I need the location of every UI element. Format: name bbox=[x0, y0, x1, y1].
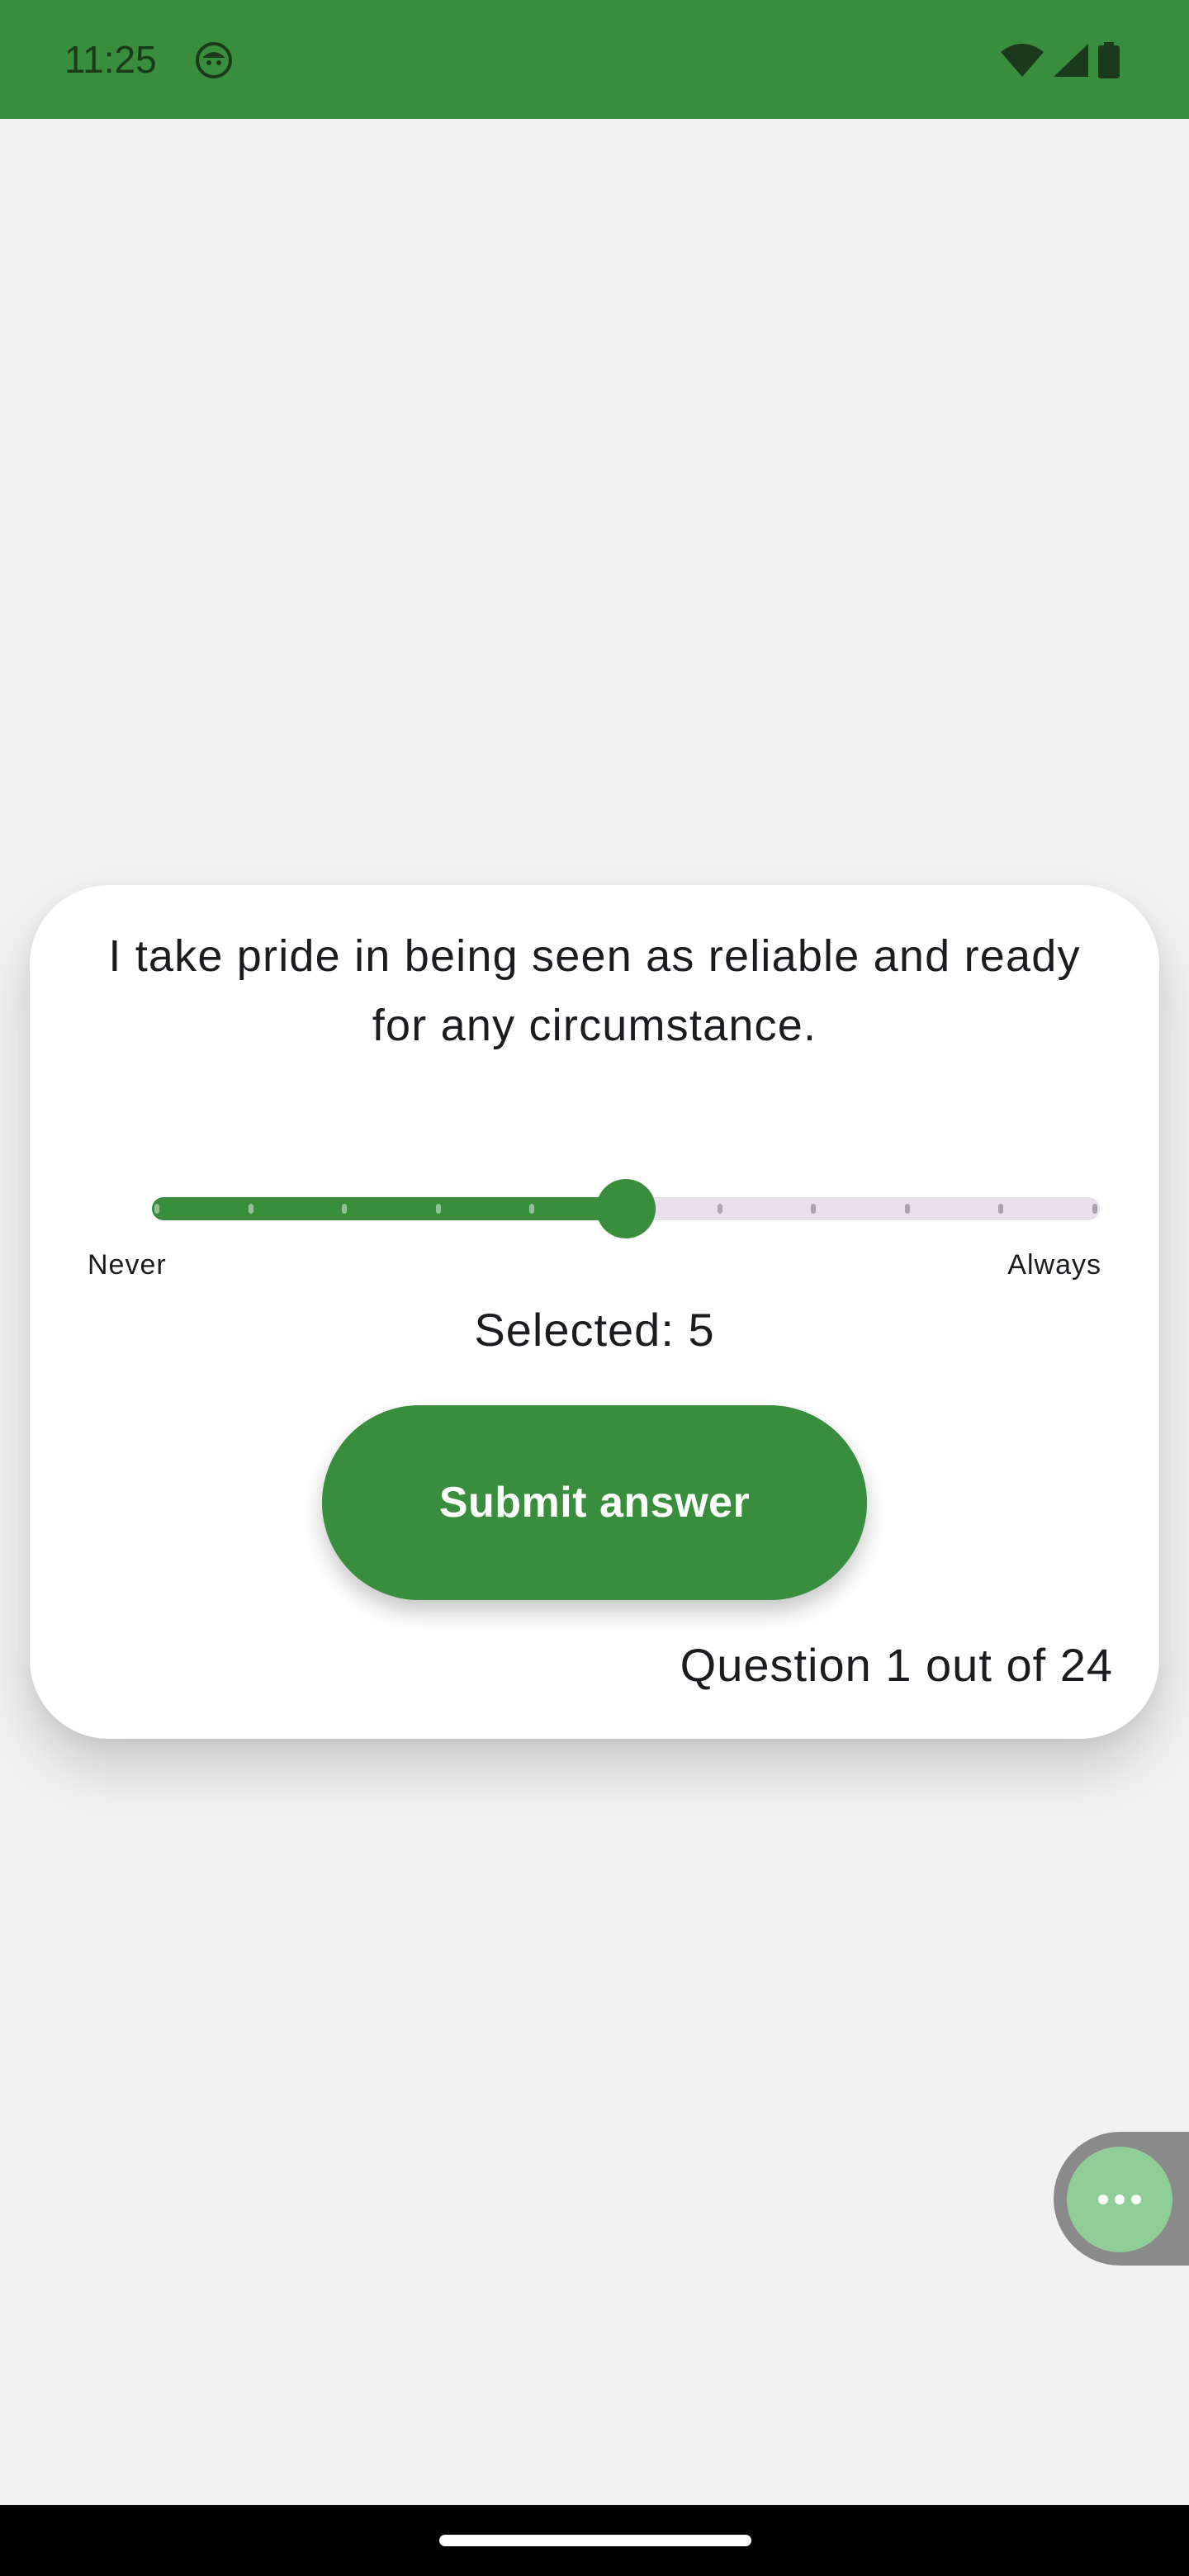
slider-tick bbox=[529, 1204, 535, 1214]
status-icons bbox=[1001, 41, 1120, 79]
slider-track-active[interactable] bbox=[152, 1197, 626, 1220]
answer-slider[interactable] bbox=[122, 1177, 1106, 1240]
cellular-signal-icon bbox=[1054, 44, 1088, 77]
slider-tick bbox=[342, 1204, 348, 1214]
slider-tick bbox=[248, 1204, 253, 1214]
android-face-icon bbox=[195, 41, 233, 79]
home-indicator[interactable] bbox=[439, 2535, 751, 2546]
status-bar: 11:25 bbox=[0, 0, 1189, 119]
slider-tick bbox=[811, 1204, 817, 1214]
more-horizontal-icon bbox=[1098, 2195, 1141, 2204]
submit-answer-button[interactable]: Submit answer bbox=[322, 1405, 867, 1600]
slider-tick bbox=[717, 1204, 722, 1214]
slider-tick bbox=[904, 1204, 910, 1214]
selected-value-text: Selected: 5 bbox=[474, 1304, 715, 1356]
question-card: I take pride in being seen as reliable a… bbox=[30, 885, 1159, 1739]
slider-tick bbox=[998, 1204, 1004, 1214]
navigation-bar bbox=[0, 2505, 1189, 2576]
slider-min-label: Never bbox=[88, 1249, 167, 1281]
wifi-icon bbox=[1001, 44, 1044, 77]
question-counter: Question 1 out of 24 bbox=[680, 1639, 1113, 1691]
floating-menu-button[interactable] bbox=[1067, 2147, 1172, 2252]
question-text: I take pride in being seen as reliable a… bbox=[108, 931, 1081, 1050]
slider-tick bbox=[154, 1204, 159, 1214]
slider-thumb[interactable] bbox=[596, 1179, 656, 1238]
battery-icon bbox=[1098, 42, 1120, 78]
status-time: 11:25 bbox=[64, 38, 157, 81]
slider-max-label: Always bbox=[1007, 1249, 1101, 1281]
slider-tick bbox=[435, 1204, 441, 1214]
slider-tick bbox=[1092, 1204, 1097, 1214]
